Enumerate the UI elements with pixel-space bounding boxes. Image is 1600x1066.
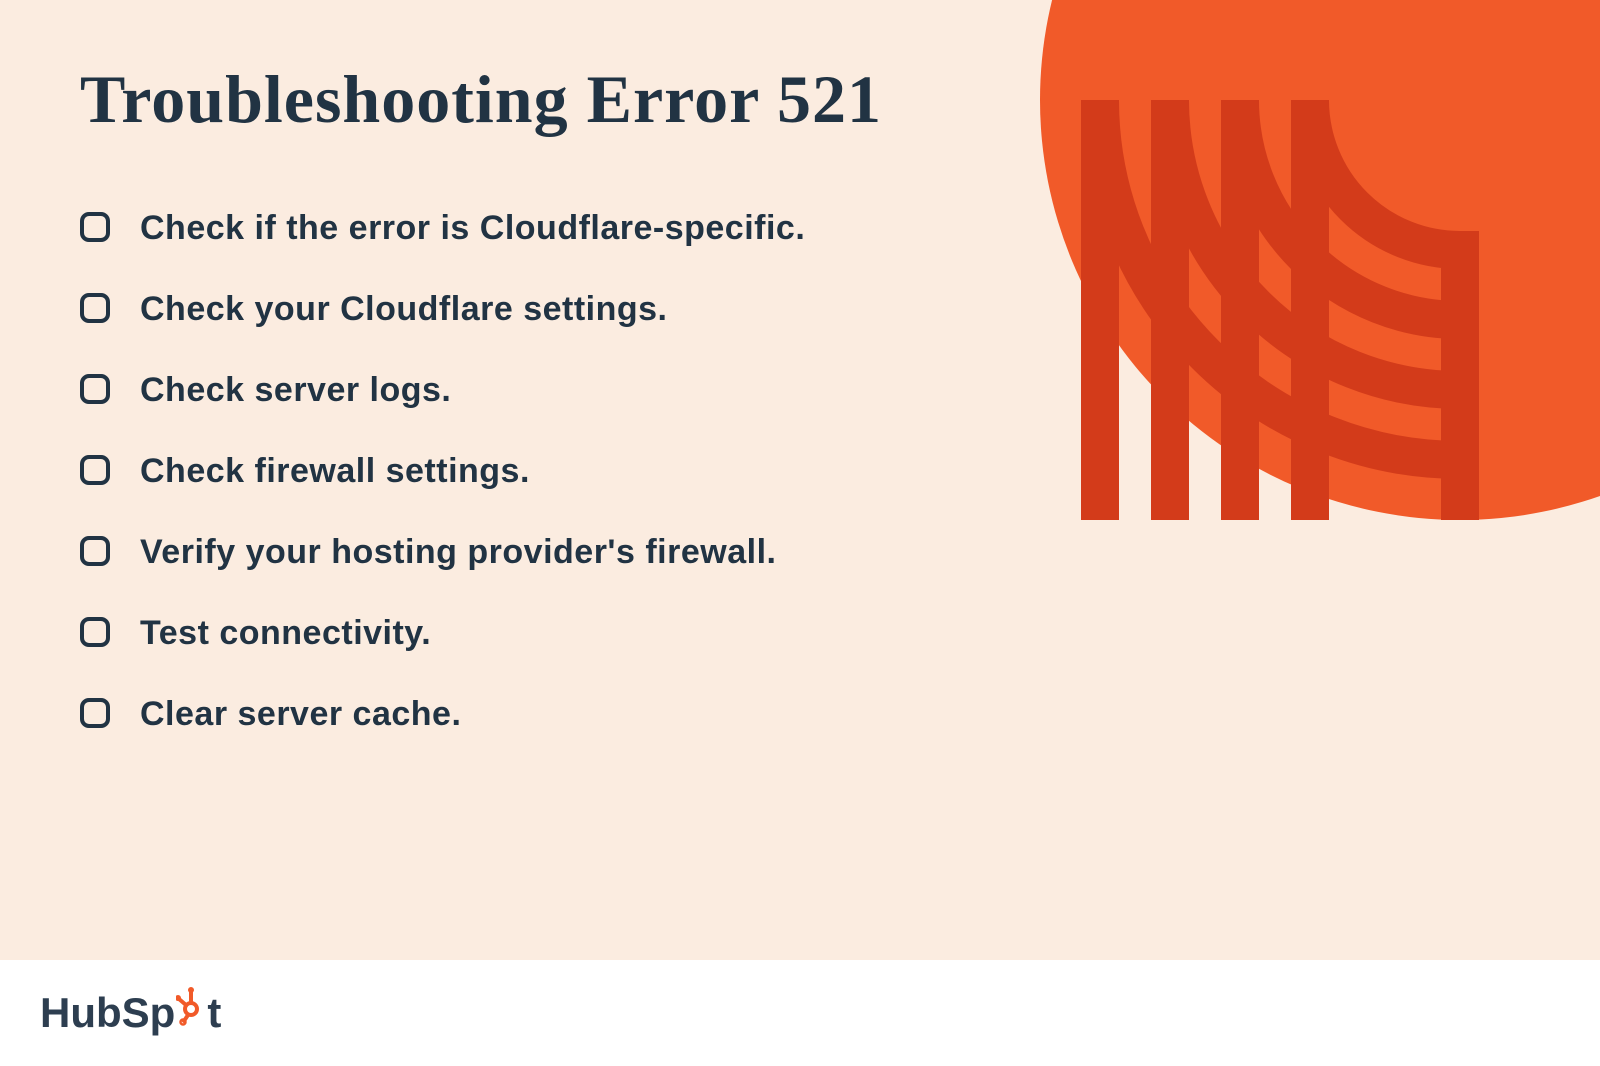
- arcs-icon: [1040, 0, 1600, 520]
- checkbox-icon: [80, 293, 110, 323]
- checkbox-icon: [80, 698, 110, 728]
- list-item-label: Check your Cloudflare settings.: [140, 290, 668, 329]
- list-item-label: Clear server cache.: [140, 695, 461, 734]
- checkbox-icon: [80, 212, 110, 242]
- list-item: Clear server cache.: [80, 695, 1520, 734]
- list-item-label: Check if the error is Cloudflare-specifi…: [140, 209, 805, 248]
- list-item-label: Verify your hosting provider's firewall.: [140, 533, 776, 572]
- checkbox-icon: [80, 455, 110, 485]
- content-area: Troubleshooting Error 521 Check if the e…: [0, 0, 1600, 960]
- checkbox-icon: [80, 617, 110, 647]
- checkbox-icon: [80, 536, 110, 566]
- list-item: Test connectivity.: [80, 614, 1520, 653]
- decorative-graphic: [1040, 0, 1600, 520]
- list-item-label: Check server logs.: [140, 371, 451, 410]
- sprocket-icon: [176, 987, 206, 1037]
- hubspot-logo: HubSp t: [40, 988, 221, 1038]
- list-item-label: Test connectivity.: [140, 614, 431, 653]
- brand-text-part1: HubSp: [40, 989, 175, 1037]
- footer: HubSp t: [0, 960, 1600, 1066]
- brand-text-part2: t: [207, 989, 221, 1037]
- checkbox-icon: [80, 374, 110, 404]
- list-item: Verify your hosting provider's firewall.: [80, 533, 1520, 572]
- list-item-label: Check firewall settings.: [140, 452, 530, 491]
